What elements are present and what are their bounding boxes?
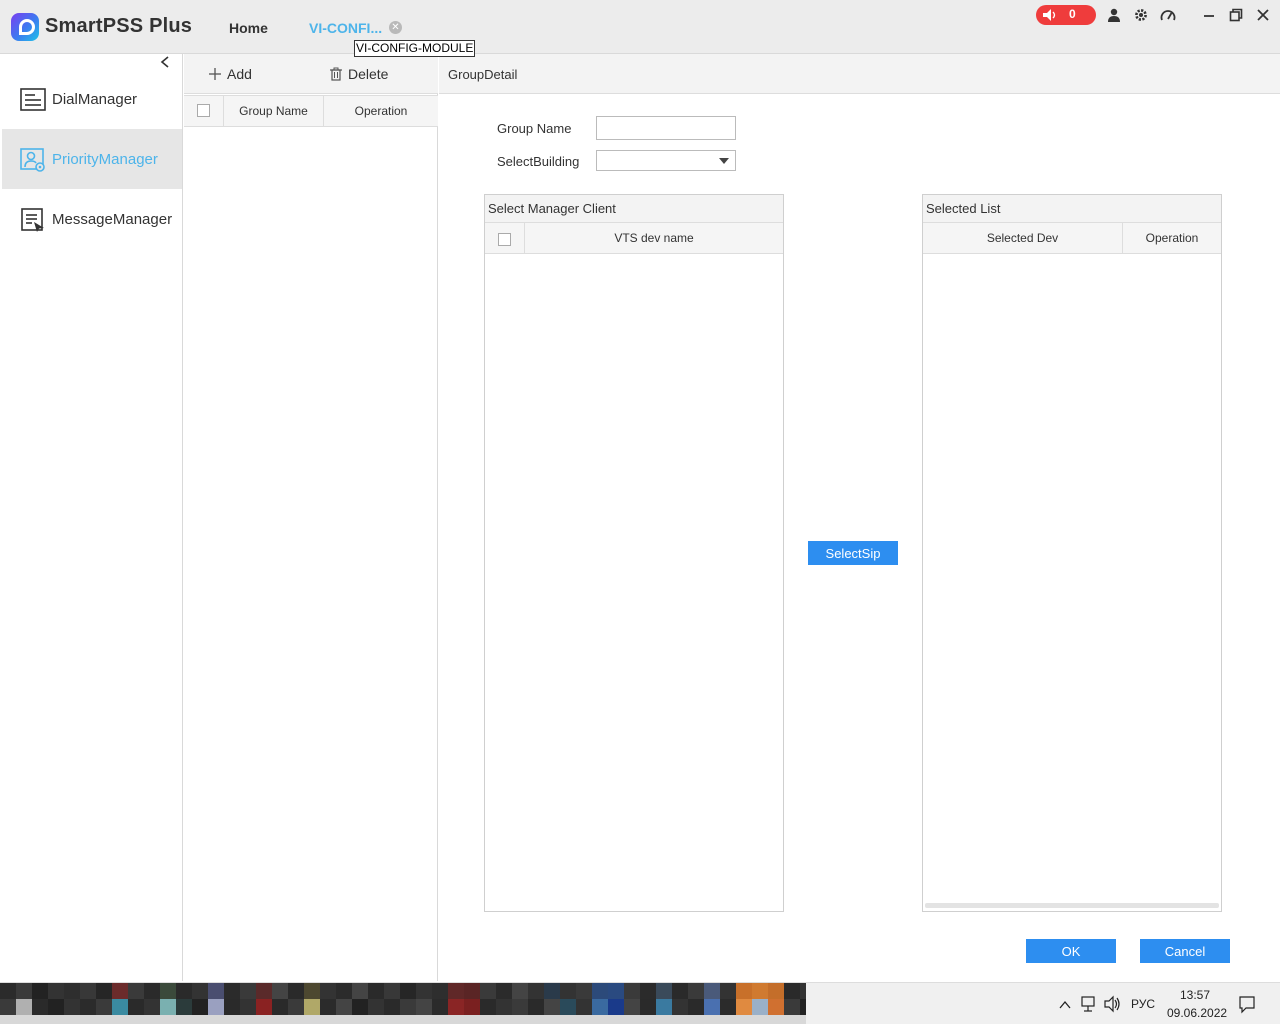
tab-vi-config[interactable]: VI-CONFI... xyxy=(309,20,382,36)
add-label: Add xyxy=(227,66,252,82)
collapse-chevron-icon[interactable] xyxy=(159,55,171,69)
column-operation: Operation xyxy=(354,104,408,118)
trash-icon xyxy=(330,67,342,81)
group-name-input[interactable] xyxy=(596,116,736,140)
network-icon[interactable] xyxy=(1080,983,1098,1024)
performance-gauge-icon[interactable] xyxy=(1160,7,1176,23)
settings-gear-icon[interactable] xyxy=(1133,7,1149,23)
delete-group-button[interactable]: Delete xyxy=(329,66,388,82)
selected-list-title: Selected List xyxy=(923,195,1221,223)
nav-item-priority-manager[interactable]: PriorityManager xyxy=(2,129,182,189)
language-indicator[interactable]: РУС xyxy=(1131,997,1155,1011)
os-taskbar: РУС 13:57 09.06.2022 xyxy=(0,982,1280,1024)
tray-expand-chevron-icon[interactable] xyxy=(1058,983,1072,1024)
app-title: SmartPSS Plus xyxy=(45,15,193,37)
client-select-all-cell xyxy=(485,223,525,253)
manager-client-table-header: VTS dev name xyxy=(485,223,783,254)
group-detail-title: GroupDetail xyxy=(448,67,518,82)
select-sip-button[interactable]: SelectSip xyxy=(808,541,898,565)
minimize-icon[interactable] xyxy=(1201,7,1217,23)
nav-label-dial-manager: DialManager xyxy=(52,91,138,108)
nav-item-message-manager[interactable]: MessageManager xyxy=(2,189,182,249)
group-toolbar: Add Delete xyxy=(184,54,438,94)
tab-tooltip: VI-CONFIG-MODULE xyxy=(354,40,476,57)
plus-icon xyxy=(209,68,221,80)
group-select-all-checkbox[interactable] xyxy=(197,104,210,117)
select-building-dropdown[interactable] xyxy=(596,150,736,171)
group-select-all-cell xyxy=(184,96,224,126)
column-group-name[interactable]: Group Name xyxy=(224,96,324,126)
left-nav: DialManager PriorityManager MessageManag… xyxy=(2,54,183,981)
close-icon[interactable] xyxy=(1255,7,1271,23)
clock-time[interactable]: 13:57 xyxy=(1180,988,1210,1002)
app-logo-icon xyxy=(11,13,39,41)
selected-list-box: Selected List Selected Dev Operation xyxy=(922,194,1222,912)
speaker-icon xyxy=(1043,9,1056,21)
manager-client-box: Select Manager Client VTS dev name xyxy=(484,194,784,912)
notification-center-icon[interactable] xyxy=(1238,983,1256,1024)
nav-item-dial-manager[interactable]: DialManager xyxy=(2,69,182,129)
selected-list-table-header: Selected Dev Operation xyxy=(923,223,1221,254)
add-group-button[interactable]: Add xyxy=(208,66,252,82)
tab-close-icon[interactable]: ✕ xyxy=(389,21,402,34)
column-selected-operation: Operation xyxy=(1145,231,1199,245)
volume-icon[interactable] xyxy=(1104,983,1122,1024)
manager-client-title: Select Manager Client xyxy=(485,195,783,223)
delete-label: Delete xyxy=(348,66,389,82)
nav-label-priority-manager: PriorityManager xyxy=(52,151,158,168)
select-building-label: SelectBuilding xyxy=(497,154,580,169)
dropdown-arrow-icon xyxy=(719,158,729,164)
horizontal-scrollbar[interactable] xyxy=(925,903,1219,908)
alarm-count: 0 xyxy=(1069,7,1076,21)
clock-date[interactable]: 09.06.2022 xyxy=(1167,1006,1227,1020)
alarm-badge[interactable]: 0 xyxy=(1036,5,1096,25)
priority-user-icon xyxy=(20,148,45,172)
pixelated-taskbar-apps xyxy=(0,983,806,1024)
group-detail-header: GroupDetail xyxy=(439,54,1280,94)
user-icon[interactable] xyxy=(1106,7,1122,23)
client-select-all-checkbox[interactable] xyxy=(498,233,511,246)
nav-label-message-manager: MessageManager xyxy=(52,211,173,228)
group-detail-panel: GroupDetail Group Name SelectBuilding Se… xyxy=(439,54,1280,981)
dial-list-icon xyxy=(20,88,46,111)
group-name-label: Group Name xyxy=(497,121,572,136)
column-selected-dev[interactable]: Selected Dev xyxy=(923,223,1123,253)
ok-button[interactable]: OK xyxy=(1026,939,1116,963)
group-table-header: Group Name Operation xyxy=(184,95,438,127)
restore-icon[interactable] xyxy=(1228,7,1244,23)
title-bar: SmartPSS Plus Home VI-CONFI... ✕ 0 xyxy=(0,0,1280,54)
cancel-button[interactable]: Cancel xyxy=(1140,939,1230,963)
tab-home[interactable]: Home xyxy=(229,20,268,36)
group-list-panel: Add Delete Group Name Operation xyxy=(184,54,438,981)
column-vts-dev-name[interactable]: VTS dev name xyxy=(525,223,783,253)
message-edit-icon xyxy=(21,208,44,232)
